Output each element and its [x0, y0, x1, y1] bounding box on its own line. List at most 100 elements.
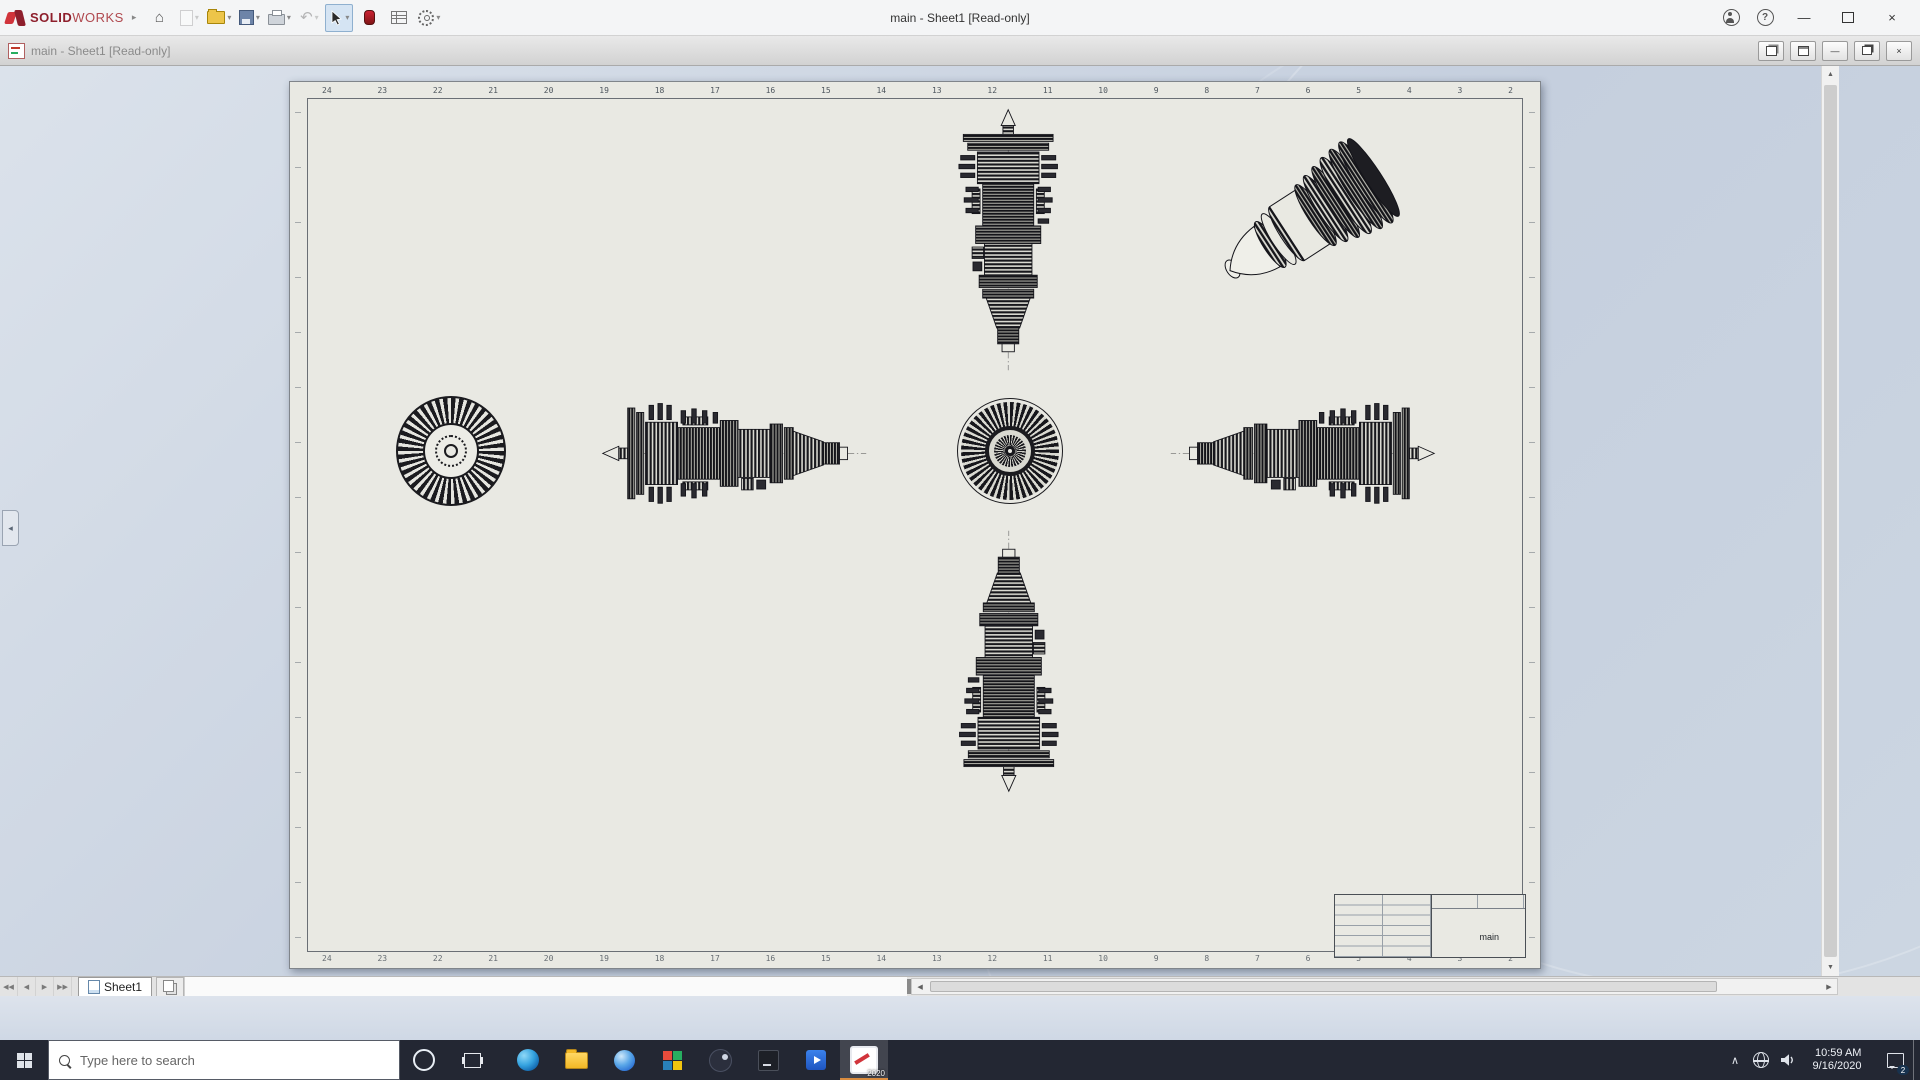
- rebuild-button[interactable]: [355, 4, 383, 32]
- scroll-left-button[interactable]: ◀: [912, 979, 928, 994]
- drawing-view-back[interactable]: [396, 396, 506, 506]
- start-button[interactable]: [0, 1040, 48, 1080]
- title-block: main: [1334, 894, 1526, 958]
- search-input[interactable]: [78, 1052, 389, 1069]
- volume-button[interactable]: [1774, 1040, 1801, 1080]
- graphics-area[interactable]: 24 23 22 21 20 19 18 17 16 15 14 13 12 1…: [0, 66, 1920, 976]
- undo-button[interactable]: ↶ ▾: [295, 4, 323, 32]
- maximize-button[interactable]: [1826, 1, 1870, 35]
- chevron-down-icon: ▾: [287, 13, 291, 22]
- taskbar-search[interactable]: [48, 1040, 400, 1080]
- doc-close-button[interactable]: ×: [1886, 41, 1912, 61]
- cascade-icon: [1766, 46, 1777, 56]
- chevron-down-icon: ▾: [345, 13, 349, 22]
- file-explorer-button[interactable]: [552, 1040, 600, 1080]
- home-button[interactable]: ⌂: [145, 4, 173, 32]
- chevron-down-icon: ▾: [195, 13, 199, 22]
- doc-cascade-button[interactable]: [1758, 41, 1784, 61]
- help-icon: ?: [1757, 9, 1774, 26]
- scroll-right-button[interactable]: ▶: [1821, 979, 1837, 994]
- save-button[interactable]: ▾: [235, 4, 263, 32]
- help-button[interactable]: ?: [1748, 1, 1782, 35]
- clock[interactable]: 10:59 AM 9/16/2020: [1801, 1040, 1877, 1080]
- photos-icon: [663, 1051, 682, 1070]
- drawing-view-bottom[interactable]: [949, 526, 1069, 796]
- account-button[interactable]: [1714, 1, 1748, 35]
- select-cursor-icon: [329, 10, 343, 26]
- menu-flyout-icon[interactable]: ▸: [132, 12, 137, 23]
- horizontal-scroll-thumb[interactable]: [930, 981, 1717, 992]
- edge-button[interactable]: [504, 1040, 552, 1080]
- vertical-scroll-thumb[interactable]: [1824, 85, 1837, 957]
- scroll-right-icon: ▶: [1826, 983, 1831, 991]
- drawing-view-front[interactable]: [957, 398, 1063, 504]
- tab-bar-filler: [184, 977, 907, 996]
- clock-date: 9/16/2020: [1813, 1060, 1862, 1073]
- doc-minimize-icon: —: [1831, 46, 1840, 56]
- scroll-down-button[interactable]: ▼: [1822, 959, 1839, 976]
- chevron-down-icon: ▾: [315, 13, 319, 22]
- clock-time: 10:59 AM: [1813, 1047, 1862, 1060]
- browser-button[interactable]: [600, 1040, 648, 1080]
- terminal-icon: [758, 1050, 779, 1071]
- add-sheet-button[interactable]: [156, 977, 184, 996]
- vertical-scrollbar[interactable]: ▲ ▼: [1821, 66, 1839, 976]
- nav-last-icon: ▶▶: [57, 983, 68, 991]
- app-titlebar: SOLID WORKS ▸ ⌂ ▾ ▾ ▾ ▾ ↶ ▾: [0, 0, 1920, 36]
- new-document-button[interactable]: ▾: [175, 4, 203, 32]
- close-button[interactable]: ×: [1870, 1, 1914, 35]
- brand-text-light: WORKS: [72, 10, 124, 25]
- drawing-view-right[interactable]: [1168, 396, 1438, 508]
- show-desktop-button[interactable]: [1913, 1040, 1920, 1080]
- solidworks-taskbar-button[interactable]: 2020: [840, 1040, 888, 1080]
- browser-icon: [614, 1050, 635, 1071]
- select-tool-button[interactable]: ▾: [325, 4, 353, 32]
- steam-icon: [709, 1049, 732, 1072]
- doc-minimize-button[interactable]: —: [1822, 41, 1848, 61]
- maximize-icon: [1842, 12, 1854, 23]
- drawing-view-isometric[interactable]: [1193, 120, 1423, 315]
- movies-button[interactable]: [792, 1040, 840, 1080]
- minimize-button[interactable]: —: [1782, 1, 1826, 35]
- panel-collapse-tab[interactable]: ◂: [2, 510, 19, 546]
- collapse-arrow-icon: ◂: [8, 523, 13, 534]
- drawing-view-top[interactable]: [949, 106, 1069, 376]
- drawing-view-left[interactable]: [599, 396, 869, 508]
- steam-button[interactable]: [696, 1040, 744, 1080]
- chevron-down-icon: ▾: [436, 13, 440, 22]
- scroll-up-button[interactable]: ▲: [1822, 66, 1839, 83]
- network-button[interactable]: [1747, 1040, 1774, 1080]
- scroll-down-icon: ▼: [1827, 964, 1834, 971]
- last-sheet-button[interactable]: ▶▶: [54, 977, 72, 996]
- action-center-button[interactable]: 2: [1877, 1040, 1913, 1080]
- cortana-button[interactable]: [400, 1040, 448, 1080]
- photos-button[interactable]: [648, 1040, 696, 1080]
- doc-restore-button[interactable]: [1854, 41, 1880, 61]
- title-block-grid: [1335, 895, 1432, 957]
- first-sheet-button[interactable]: ◀◀: [0, 977, 18, 996]
- doc-tile-button[interactable]: [1790, 41, 1816, 61]
- close-icon: ×: [1888, 10, 1896, 25]
- document-title: main - Sheet1 [Read-only]: [31, 44, 170, 58]
- options-button[interactable]: ▾: [415, 4, 443, 32]
- properties-grid-icon: [391, 11, 407, 24]
- terminal-button[interactable]: [744, 1040, 792, 1080]
- file-explorer-icon: [565, 1052, 588, 1069]
- previous-sheet-button[interactable]: ◀: [18, 977, 36, 996]
- hub-center: [444, 444, 458, 458]
- undo-icon: ↶: [300, 10, 313, 25]
- print-button[interactable]: ▾: [265, 4, 293, 32]
- tray-overflow-button[interactable]: ∧: [1723, 1040, 1747, 1080]
- file-properties-button[interactable]: [385, 4, 413, 32]
- open-button[interactable]: ▾: [205, 4, 233, 32]
- sheet-zone-numbers-top: 24 23 22 21 20 19 18 17 16 15 14 13 12 1…: [322, 86, 1516, 97]
- task-view-icon: [464, 1053, 481, 1068]
- title-block-part-name: main: [1479, 932, 1499, 942]
- task-view-button[interactable]: [448, 1040, 496, 1080]
- solidworks-window: SOLID WORKS ▸ ⌂ ▾ ▾ ▾ ▾ ↶ ▾: [0, 0, 1920, 1080]
- solidworks-logo-icon: [6, 10, 26, 26]
- horizontal-scrollbar[interactable]: ◀ ▶: [911, 978, 1838, 995]
- tab-sheet1[interactable]: Sheet1: [78, 977, 152, 996]
- next-sheet-button[interactable]: ▶: [36, 977, 54, 996]
- rebuild-icon: [364, 10, 375, 25]
